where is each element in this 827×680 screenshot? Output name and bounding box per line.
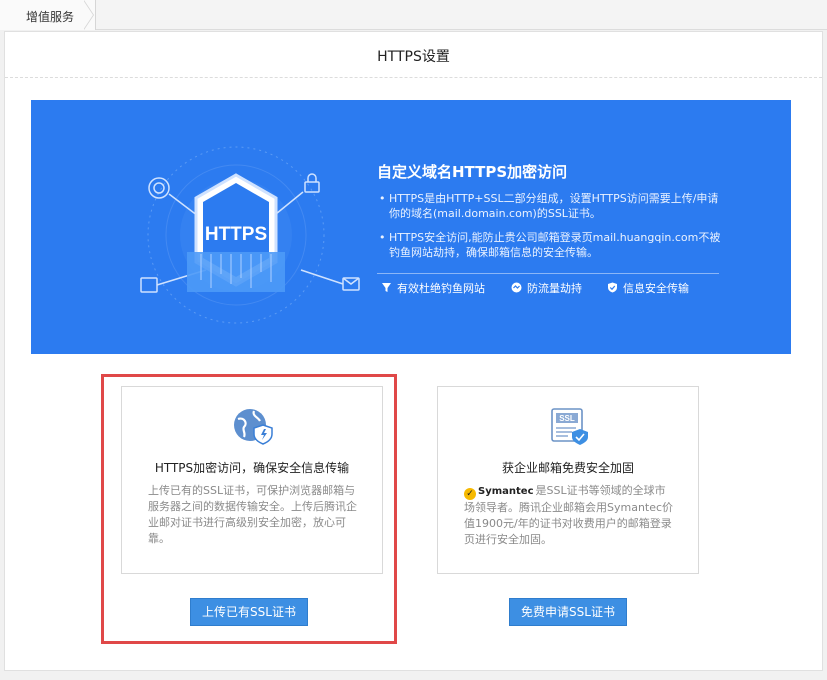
ssl-certificate-icon: SSL xyxy=(551,408,588,445)
main-panel: HTTPS设置 HTTPS 自定义域名HTTPS加密访问 • HTTPS是由HT… xyxy=(4,31,823,671)
ssl-icon-text: SSL xyxy=(559,414,575,423)
breadcrumb-arrow-inner xyxy=(83,0,93,30)
title-divider xyxy=(5,77,822,78)
shield-flow-icon xyxy=(511,282,522,293)
apply-free-ssl-button[interactable]: 免费申请SSL证书 xyxy=(509,598,627,626)
https-illustration-icon: HTTPS xyxy=(140,146,360,324)
breadcrumb-tab-label: 增值服务 xyxy=(26,10,75,24)
banner-bullet: HTTPS是由HTTP+SSL二部分组成，设置HTTPS访问需要上传/申请你的域… xyxy=(377,191,722,221)
highlight-box xyxy=(101,374,397,644)
banner-divider xyxy=(377,273,719,274)
symantec-check-icon: ✓ xyxy=(464,488,476,500)
filter-icon xyxy=(382,283,391,292)
apply-cert-card: SSL 获企业邮箱免费安全加固 ✓ Symantec 是SSL证书等领域的全球市场领… xyxy=(437,386,699,574)
symantec-logo: Symantec xyxy=(478,486,534,497)
shield-check-icon xyxy=(608,282,617,293)
page-title: HTTPS设置 xyxy=(377,49,450,65)
https-badge-text: HTTPS xyxy=(205,224,267,245)
banner-title: 自定义域名HTTPS加密访问 xyxy=(377,163,568,181)
apply-card-description: ✓ Symantec 是SSL证书等领域的全球市场领导者。腾讯企业邮箱会用Syman… xyxy=(464,483,674,548)
apply-card-title: 获企业邮箱免费安全加固 xyxy=(501,461,634,475)
https-banner: HTTPS 自定义域名HTTPS加密访问 HTTPS是由HTTP+SSL二部分组… xyxy=(31,100,791,354)
banner-bullet: HTTPS安全访问,能防止贵公司邮箱登录页mail.huangqin.com不被… xyxy=(377,230,722,260)
banner-bullets: HTTPS是由HTTP+SSL二部分组成，设置HTTPS访问需要上传/申请你的域… xyxy=(377,191,722,269)
breadcrumb-bar: 增值服务 xyxy=(0,0,827,30)
breadcrumb-tab[interactable]: 增值服务 xyxy=(0,0,96,30)
